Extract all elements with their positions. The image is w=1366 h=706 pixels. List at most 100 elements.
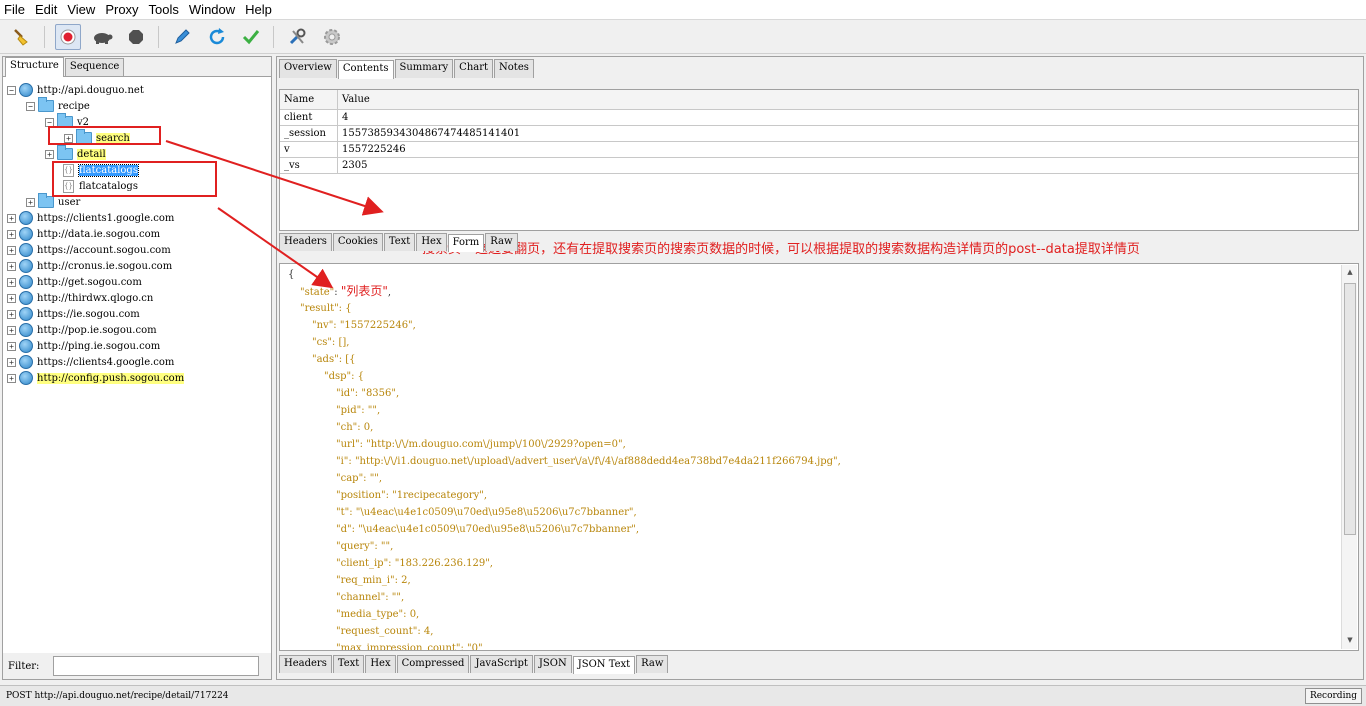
tab-response-json-text[interactable]: JSON Text [572, 656, 636, 674]
filter-input[interactable] [53, 656, 260, 676]
globe-icon [19, 307, 33, 321]
tree-node-host[interactable]: + http://config.push.sogou.com [7, 370, 185, 386]
broom-icon[interactable] [8, 24, 34, 50]
tree-node-label: user [58, 196, 81, 208]
expand-icon[interactable]: + [7, 293, 16, 303]
tab-contents[interactable]: Contents [337, 60, 394, 79]
vertical-scrollbar[interactable]: ▲ ▼ [1341, 265, 1357, 649]
tree-node-label: http://get.sogou.com [37, 276, 142, 288]
column-header-name[interactable]: Name [280, 90, 338, 109]
tab-summary[interactable]: Summary [394, 59, 454, 78]
tab-response-raw[interactable]: Raw [636, 655, 669, 673]
menu-file[interactable]: File [0, 2, 29, 17]
tab-response-headers[interactable]: Headers [279, 655, 332, 673]
menu-proxy[interactable]: Proxy [101, 2, 142, 17]
expand-icon[interactable]: + [7, 309, 16, 319]
tab-structure[interactable]: Structure [5, 57, 64, 77]
refresh-icon[interactable] [204, 24, 230, 50]
expand-icon[interactable]: + [26, 197, 35, 207]
table-row[interactable]: v 1557225246 [280, 142, 1358, 158]
tab-request-form[interactable]: Form [447, 234, 485, 252]
tree-node-label: http://thirdwx.qlogo.cn [37, 292, 154, 304]
tree-node-host[interactable]: + http://get.sogou.com [7, 274, 142, 290]
json-line: { [288, 269, 295, 280]
tab-response-compressed[interactable]: Compressed [396, 655, 470, 673]
menu-edit[interactable]: Edit [31, 2, 61, 17]
menu-tools[interactable]: Tools [145, 2, 183, 17]
annotation-box-search [48, 126, 161, 145]
globe-icon [19, 323, 33, 337]
table-row[interactable]: _session 1557385934304867474485141401 [280, 126, 1358, 142]
json-text-viewer[interactable]: { "state": "列表页", "result": { "nv": "155… [279, 263, 1359, 651]
tab-request-hex[interactable]: Hex [416, 233, 447, 251]
menu-help[interactable]: Help [241, 2, 276, 17]
tree-node-host[interactable]: + https://account.sogou.com [7, 242, 171, 258]
structure-panel: Structure Sequence − http://api.douguo.n… [2, 56, 272, 680]
tab-chart[interactable]: Chart [454, 59, 494, 78]
json-line: "nv": "1557225246", [312, 320, 416, 331]
globe-icon [19, 83, 33, 97]
tools-icon[interactable] [284, 24, 310, 50]
tree-node-host[interactable]: + http://pop.ie.sogou.com [7, 322, 157, 338]
scroll-up-icon[interactable]: ▲ [1345, 268, 1355, 278]
tab-response-javascript[interactable]: JavaScript [470, 655, 533, 673]
tree-node-host[interactable]: + http://cronus.ie.sogou.com [7, 258, 172, 274]
pen-icon[interactable] [169, 24, 195, 50]
scroll-thumb[interactable] [1344, 283, 1356, 535]
tab-sequence[interactable]: Sequence [64, 58, 125, 76]
json-line: "id": "8356", [336, 388, 400, 399]
expand-icon[interactable]: + [7, 357, 16, 367]
tree-node-host[interactable]: + http://thirdwx.qlogo.cn [7, 290, 153, 306]
scroll-down-icon[interactable]: ▼ [1345, 636, 1355, 646]
tab-request-text[interactable]: Text [383, 233, 416, 251]
expand-icon[interactable]: + [7, 277, 16, 287]
filter-bar: Filter: [3, 653, 271, 679]
json-line: "state": "列表页", [300, 284, 392, 298]
table-row[interactable]: _vs 2305 [280, 158, 1358, 174]
tree-node-host[interactable]: + https://clients4.google.com [7, 354, 174, 370]
tree-node-label: https://clients4.google.com [37, 356, 175, 368]
tree-node-label: http://config.push.sogou.com [37, 372, 185, 384]
expand-icon[interactable]: + [7, 261, 16, 271]
tab-notes[interactable]: Notes [494, 59, 534, 78]
recording-indicator[interactable]: Recording [1304, 688, 1362, 704]
json-line: "media_type": 0, [336, 609, 420, 620]
tree-node-label: https://ie.sogou.com [37, 308, 140, 320]
tab-response-json[interactable]: JSON [533, 655, 572, 673]
tree-node-host[interactable]: + http://ping.ie.sogou.com [7, 338, 160, 354]
expand-icon[interactable]: + [7, 373, 16, 383]
expand-icon[interactable]: + [45, 149, 54, 159]
check-icon[interactable] [238, 24, 264, 50]
tab-request-raw[interactable]: Raw [485, 233, 518, 251]
tab-response-hex[interactable]: Hex [365, 655, 396, 673]
tree-node-host[interactable]: + https://ie.sogou.com [7, 306, 140, 322]
menu-window[interactable]: Window [185, 2, 239, 17]
tree-node-recipe[interactable]: − recipe [26, 97, 90, 114]
tree-node-detail[interactable]: + detail [45, 145, 106, 162]
table-row[interactable]: client 4 [280, 110, 1358, 126]
param-name: _session [280, 126, 338, 141]
collapse-icon[interactable]: − [26, 101, 35, 111]
tree-node-api-douguo[interactable]: − http://api.douguo.net [7, 82, 144, 98]
expand-icon[interactable]: + [7, 213, 16, 223]
record-icon[interactable] [55, 24, 81, 50]
expand-icon[interactable]: + [7, 245, 16, 255]
collapse-icon[interactable]: − [7, 85, 16, 95]
tree-node-host[interactable]: + https://clients1.google.com [7, 210, 174, 226]
column-header-value[interactable]: Value [338, 90, 1358, 109]
expand-icon[interactable]: + [7, 325, 16, 335]
tab-overview[interactable]: Overview [279, 59, 337, 78]
menu-view[interactable]: View [63, 2, 99, 17]
tab-request-cookies[interactable]: Cookies [332, 233, 383, 251]
tab-request-headers[interactable]: Headers [279, 233, 332, 251]
settings-icon[interactable] [319, 24, 345, 50]
tree-node-host[interactable]: + http://data.ie.sogou.com [7, 226, 160, 242]
table-header: Name Value [280, 90, 1358, 110]
globe-icon [19, 259, 33, 273]
globe-icon [19, 211, 33, 225]
tab-response-text[interactable]: Text [332, 655, 365, 673]
stop-icon[interactable] [123, 24, 149, 50]
expand-icon[interactable]: + [7, 229, 16, 239]
expand-icon[interactable]: + [7, 341, 16, 351]
turtle-icon[interactable] [89, 24, 115, 50]
